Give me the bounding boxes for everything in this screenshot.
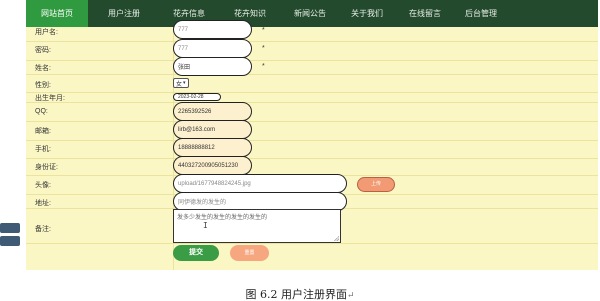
qq-label: QQ: (35, 108, 48, 115)
required-mark: * (262, 27, 265, 34)
gender-label: 性别: (35, 82, 51, 89)
nav-item-about[interactable]: 关于我们 (335, 0, 399, 27)
required-mark: * (262, 45, 265, 52)
remark-label: 备注: (35, 226, 51, 233)
qq-input[interactable]: 2265392526 (173, 102, 252, 121)
row-divider (26, 60, 598, 61)
password-label: 密码: (35, 47, 51, 54)
phone-input[interactable]: 18888888812 (173, 138, 252, 157)
required-mark: * (262, 63, 265, 70)
birthdate-label: 出生年月: (35, 95, 65, 102)
email-label: 邮箱: (35, 128, 51, 135)
row-divider (26, 140, 598, 141)
remark-textarea[interactable]: 发多少发生的发生的发生的发生的 I (173, 209, 341, 243)
row-divider (26, 243, 598, 244)
nav-item-home[interactable]: 网站首页 (26, 0, 88, 27)
birthdate-input[interactable]: 2023-02-28 (173, 93, 221, 101)
password-input[interactable]: 777 (173, 39, 252, 58)
address-label: 地址: (35, 200, 51, 207)
left-edge-decoration (0, 223, 20, 249)
name-input[interactable]: 张田 (173, 57, 252, 76)
idcard-input[interactable]: 440327200905051230 (173, 156, 252, 175)
idcard-label: 身份证: (35, 164, 58, 171)
reset-button[interactable]: 重置 (230, 245, 269, 261)
nav-item-admin[interactable]: 后台管理 (449, 0, 513, 27)
chevron-down-icon: ▾ (183, 80, 186, 86)
email-input[interactable]: lirb@163.com (173, 120, 252, 139)
text-cursor-icon: I (203, 221, 208, 230)
row-divider (26, 121, 598, 122)
remark-text: 发多少发生的发生的发生的发生的 (177, 215, 268, 221)
resize-handle-icon[interactable] (334, 236, 339, 241)
row-divider (26, 158, 598, 159)
paragraph-mark: ↵ (346, 291, 355, 301)
row-divider (26, 102, 598, 103)
upload-button[interactable]: 上传 (357, 177, 395, 192)
nav-item-news[interactable]: 新闻公告 (278, 0, 342, 27)
gender-select[interactable]: 女 ▾ (173, 78, 189, 88)
register-form: 用户名: 777 * 密码: 777 * 姓名: 张田 * 性别: 女 ▾ 出生… (26, 20, 598, 270)
row-divider (26, 92, 598, 93)
avatar-label: 头像: (35, 182, 51, 189)
name-label: 姓名: (35, 65, 51, 72)
row-divider (26, 74, 598, 75)
nav-item-register[interactable]: 用户注册 (92, 0, 156, 27)
nav-item-message[interactable]: 在线留言 (393, 0, 457, 27)
username-label: 用户名: (35, 29, 58, 36)
top-nav: 网站首页 用户注册 花卉信息 花卉知识 新闻公告 关于我们 在线留言 后台管理 (26, 0, 598, 27)
caption-text: 图 6.2 用户注册界面 (245, 288, 347, 301)
phone-label: 手机: (35, 146, 51, 153)
submit-button[interactable]: 提交 (173, 245, 219, 261)
username-input[interactable]: 777 (173, 20, 252, 39)
avatar-path-input[interactable]: upload/1677948824245.jpg (173, 174, 347, 193)
figure-caption: 图 6.2 用户注册界面↵ (0, 286, 600, 301)
gender-value: 女 (176, 81, 183, 88)
row-divider (26, 41, 598, 42)
